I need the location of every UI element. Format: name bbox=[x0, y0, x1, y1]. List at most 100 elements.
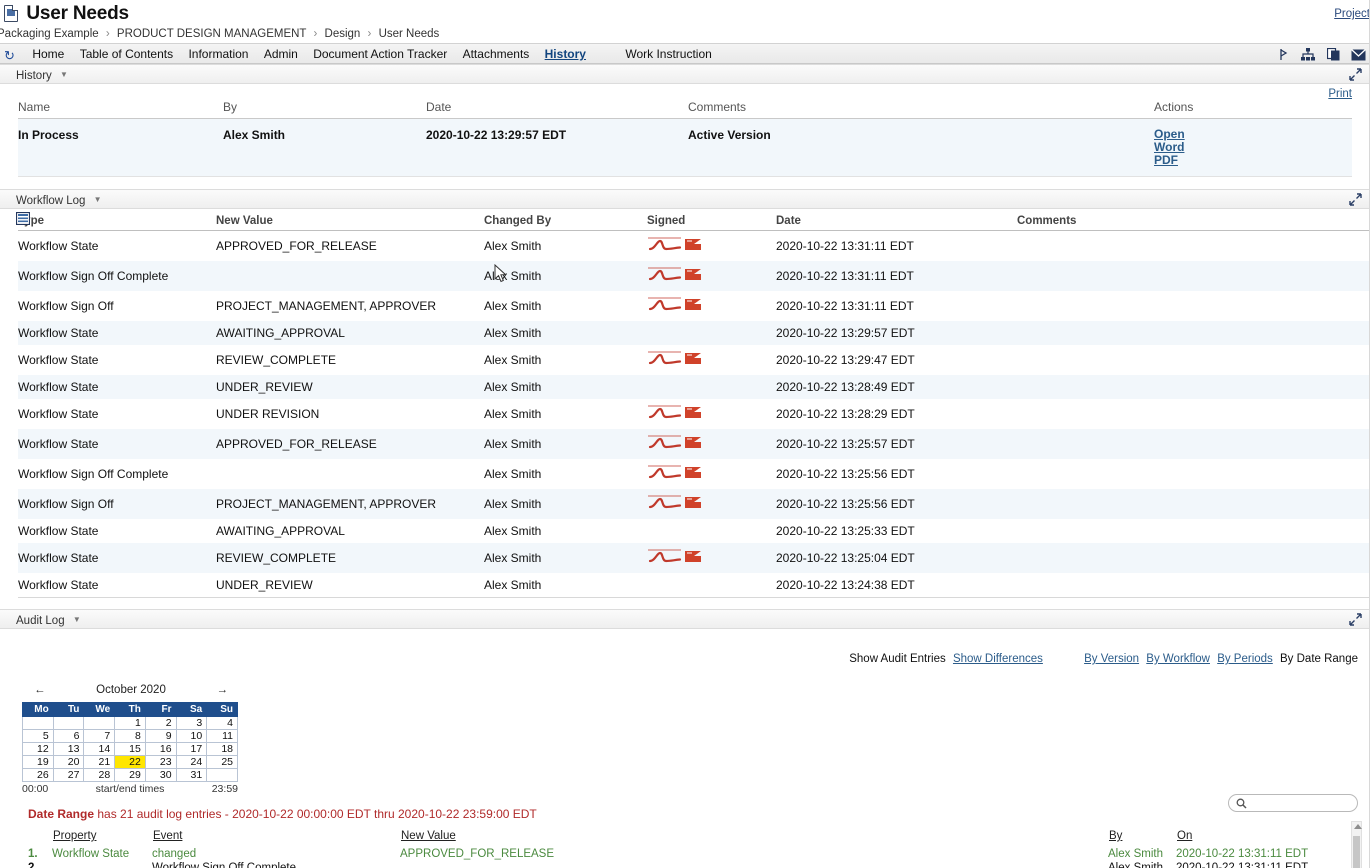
calendar-day[interactable]: 22 bbox=[114, 755, 146, 769]
nav-item-attachments[interactable]: Attachments bbox=[457, 44, 536, 65]
calendar-end-time[interactable]: 23:59 bbox=[212, 783, 238, 795]
calendar-day[interactable]: 11 bbox=[206, 729, 238, 743]
table-row[interactable]: Workflow State AWAITING_APPROVAL Alex Smit… bbox=[18, 519, 1370, 543]
calendar-day[interactable]: 9 bbox=[144, 729, 177, 743]
signature-image[interactable] bbox=[647, 548, 703, 565]
calendar-day[interactable]: 5 bbox=[22, 729, 54, 743]
history-panel-title[interactable]: History bbox=[16, 70, 52, 82]
calendar-day[interactable]: 29 bbox=[114, 768, 146, 782]
breadcrumb-item-1[interactable]: PRODUCT DESIGN MANAGEMENT bbox=[117, 28, 306, 40]
nav-item-information[interactable]: Information bbox=[182, 44, 254, 65]
table-row[interactable]: Workflow State UNDER_REVIEW Alex Smith 2020… bbox=[18, 573, 1370, 598]
audit-search-input[interactable] bbox=[1253, 796, 1353, 810]
print-link[interactable]: Print bbox=[1328, 88, 1352, 100]
signature-image[interactable] bbox=[647, 434, 703, 451]
calendar-day[interactable]: 10 bbox=[175, 729, 208, 743]
signature-image[interactable] bbox=[647, 350, 703, 367]
breadcrumb-item-2[interactable]: Design bbox=[325, 28, 361, 40]
calendar-day[interactable]: 21 bbox=[83, 755, 116, 769]
workflow-col-type[interactable]: Type bbox=[18, 209, 216, 231]
table-row[interactable]: Workflow Sign Off Complete Alex Smith 2020… bbox=[18, 261, 1370, 291]
calendar-day[interactable]: 6 bbox=[52, 729, 85, 743]
audit-table-scrollbar[interactable] bbox=[1351, 821, 1362, 868]
calendar-day[interactable]: 31 bbox=[175, 768, 208, 782]
table-row[interactable]: Workflow State APPROVED_FOR_RELEASE Alex S… bbox=[18, 230, 1370, 261]
nav-item-work-instruction[interactable]: Work Instruction bbox=[619, 44, 717, 65]
workflow-col-comments[interactable]: Comments bbox=[1017, 209, 1370, 231]
calendar-day[interactable]: 28 bbox=[83, 768, 116, 782]
signature-image[interactable] bbox=[647, 236, 703, 253]
filter-by-periods[interactable]: By Periods bbox=[1217, 653, 1273, 665]
calendar-day[interactable]: 27 bbox=[52, 768, 85, 782]
breadcrumb-item-0[interactable]: Packaging Example bbox=[0, 28, 99, 40]
nav-item-table-of-contents[interactable]: Table of Contents bbox=[74, 44, 179, 65]
table-row[interactable]: 1. Workflow State changed APPROVED_FOR_RELE… bbox=[28, 847, 1346, 861]
table-row[interactable]: Workflow State AWAITING_APPROVAL Alex Smit… bbox=[18, 321, 1370, 345]
calendar-day[interactable]: 16 bbox=[144, 742, 177, 756]
scroll-up-arrow-icon[interactable] bbox=[1354, 824, 1362, 829]
refresh-icon[interactable]: ↻ bbox=[4, 49, 17, 62]
workflow-col-changed-by[interactable]: Changed By bbox=[484, 209, 647, 231]
calendar-day[interactable]: 18 bbox=[206, 742, 238, 756]
project-link[interactable]: Project bbox=[1334, 8, 1370, 20]
filter-by-workflow[interactable]: By Workflow bbox=[1146, 653, 1210, 665]
breadcrumb-item-3[interactable]: User Needs bbox=[379, 28, 440, 40]
calendar-day[interactable]: 24 bbox=[175, 755, 208, 769]
table-row[interactable]: Workflow State UNDER REVISION Alex Smith 20… bbox=[18, 399, 1370, 429]
signature-image[interactable] bbox=[647, 464, 703, 481]
word-link[interactable]: Word bbox=[1154, 141, 1352, 154]
scrollbar-thumb[interactable] bbox=[1353, 836, 1360, 868]
table-row[interactable]: Workflow Sign Off PROJECT_MANAGEMENT, APP… bbox=[18, 489, 1370, 519]
nav-item-home[interactable]: Home bbox=[26, 44, 70, 65]
table-grid-icon[interactable] bbox=[15, 211, 31, 228]
table-row[interactable]: 2. Workflow Sign Off Complete Alex Smith 20… bbox=[28, 861, 1346, 868]
show-differences-link[interactable]: Show Differences bbox=[953, 653, 1043, 665]
nav-item-history[interactable]: History bbox=[539, 44, 592, 65]
calendar-day[interactable]: 12 bbox=[22, 742, 54, 756]
workflow-col-date[interactable]: Date bbox=[776, 209, 1017, 231]
audit-col-on[interactable]: On bbox=[1176, 829, 1346, 847]
calendar-day[interactable]: 14 bbox=[83, 742, 116, 756]
calendar-day[interactable]: 7 bbox=[83, 729, 116, 743]
table-row[interactable]: Workflow Sign Off PROJECT_MANAGEMENT, APP… bbox=[18, 291, 1370, 321]
calendar-day[interactable]: 26 bbox=[22, 768, 54, 782]
audit-col-property[interactable]: Property bbox=[52, 829, 152, 847]
nav-item-admin[interactable]: Admin bbox=[258, 44, 304, 65]
signature-image[interactable] bbox=[647, 266, 703, 283]
chevron-down-icon[interactable]: ▼ bbox=[60, 65, 68, 85]
workflow-col-signed[interactable]: Signed bbox=[647, 209, 776, 231]
audit-col-event[interactable]: Event bbox=[152, 829, 400, 847]
signature-image[interactable] bbox=[647, 494, 703, 511]
copy-documents-icon[interactable] bbox=[1326, 47, 1340, 61]
calendar-day[interactable]: 20 bbox=[52, 755, 85, 769]
envelope-icon[interactable] bbox=[1351, 49, 1366, 61]
calendar-day[interactable]: 2 bbox=[144, 716, 177, 730]
chevron-down-icon[interactable]: ▼ bbox=[73, 610, 81, 630]
calendar-day[interactable]: 17 bbox=[175, 742, 208, 756]
calendar-day[interactable]: 30 bbox=[144, 768, 177, 782]
workflow-col-new-value[interactable]: New Value bbox=[216, 209, 484, 231]
table-row[interactable]: Workflow State REVIEW_COMPLETE Alex Smith 2… bbox=[18, 543, 1370, 573]
audit-col-by[interactable]: By bbox=[1108, 829, 1176, 847]
table-row[interactable]: Workflow Sign Off Complete Alex Smith 2020… bbox=[18, 459, 1370, 489]
nav-item-document-action-tracker[interactable]: Document Action Tracker bbox=[307, 44, 453, 65]
calendar-day[interactable]: 15 bbox=[114, 742, 146, 756]
audit-panel-title[interactable]: Audit Log bbox=[16, 615, 65, 627]
calendar-day[interactable]: 1 bbox=[114, 716, 146, 730]
pdf-link[interactable]: PDF bbox=[1154, 154, 1352, 167]
table-row[interactable]: Workflow State APPROVED_FOR_RELEASE Alex S… bbox=[18, 429, 1370, 459]
filter-by-version[interactable]: By Version bbox=[1084, 653, 1139, 665]
calendar-next-month-arrow[interactable]: → bbox=[217, 684, 229, 696]
calendar-prev-month-arrow[interactable]: ← bbox=[34, 684, 46, 696]
audit-col-new-value[interactable]: New Value bbox=[400, 829, 1108, 847]
calendar-day[interactable]: 8 bbox=[114, 729, 146, 743]
calendar-day[interactable]: 13 bbox=[52, 742, 85, 756]
calendar-day[interactable]: 25 bbox=[206, 755, 238, 769]
table-row[interactable]: In Process Alex Smith 2020-10-22 13:29:5… bbox=[18, 118, 1352, 177]
sitemap-icon[interactable] bbox=[1301, 48, 1316, 61]
workflow-panel-title[interactable]: Workflow Log bbox=[16, 195, 85, 207]
audit-search-box[interactable] bbox=[1228, 794, 1358, 812]
branch-icon[interactable] bbox=[1278, 48, 1290, 61]
calendar-start-time[interactable]: 00:00 bbox=[22, 783, 48, 795]
table-row[interactable]: Workflow State UNDER_REVIEW Alex Smith 2020… bbox=[18, 375, 1370, 399]
